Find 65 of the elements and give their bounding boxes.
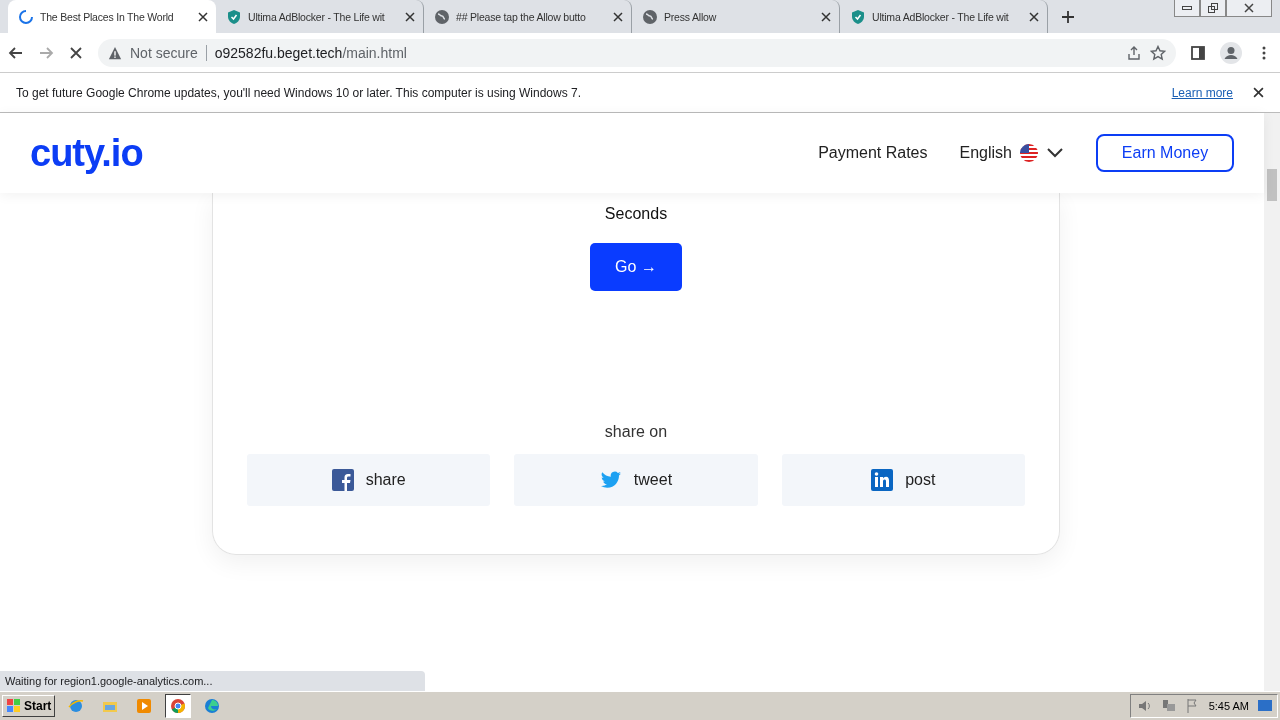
warning-icon — [108, 45, 122, 60]
forward-icon — [38, 44, 54, 61]
edge-icon — [204, 698, 221, 714]
url-host: o92582fu.beget.tech — [214, 44, 343, 61]
browser-e-icon — [68, 698, 85, 714]
speaker-icon — [1136, 698, 1153, 714]
browser-tab[interactable]: The Best Places In The World — [8, 0, 216, 33]
back-icon — [8, 44, 24, 61]
close-icon[interactable] — [198, 11, 208, 22]
profile-icon — [1220, 41, 1242, 64]
earn-money-button[interactable]: Earn Money — [1096, 134, 1234, 172]
tab-title: The Best Places In The World — [40, 10, 174, 23]
loading-spinner-icon — [18, 8, 34, 25]
close-window-button[interactable] — [1226, 0, 1272, 17]
share-button[interactable]: tweet — [514, 454, 758, 506]
close-icon[interactable] — [613, 11, 623, 22]
tab-title: ## Please tap the Allow butto — [456, 10, 586, 23]
minimize-icon — [1182, 6, 1192, 10]
close-icon[interactable] — [405, 11, 415, 22]
flag-icon — [1020, 144, 1038, 162]
windows-logo-icon — [6, 698, 22, 714]
share-button[interactable]: share — [247, 454, 491, 506]
minimize-button[interactable] — [1174, 0, 1200, 17]
start-button[interactable]: Start — [2, 695, 56, 717]
share-button[interactable]: post — [781, 454, 1025, 506]
share-icon — [1126, 44, 1142, 61]
linkedin-icon — [871, 469, 894, 491]
globe-icon — [642, 8, 658, 25]
info-message: To get future Google Chrome updates, you'll need Windows 10 or later. This computer is using Windows 7. — [16, 85, 583, 100]
stop-icon[interactable] — [68, 44, 84, 61]
clock: 5:45 AM — [1208, 700, 1249, 712]
network-icon — [1160, 698, 1177, 714]
url-path: /main.html — [342, 44, 407, 61]
close-icon — [1244, 3, 1254, 13]
taskbar-app[interactable] — [165, 694, 192, 718]
countdown-label: Seconds — [604, 205, 668, 223]
chrome-icon — [170, 698, 187, 714]
language-label[interactable]: English — [959, 144, 1012, 162]
facebook-icon — [331, 469, 354, 491]
share-title: share on — [604, 423, 668, 441]
restore-icon — [1208, 3, 1218, 13]
close-icon[interactable] — [821, 11, 831, 22]
learn-more-link[interactable]: Learn more — [1171, 85, 1233, 100]
nav-link[interactable]: Payment Rates — [818, 144, 928, 162]
desktop-icon — [1257, 698, 1273, 714]
close-icon[interactable] — [1253, 87, 1264, 98]
address-bar[interactable]: Not secure o92582fu.beget.tech/main.html — [98, 38, 1176, 67]
side-panel-icon — [1190, 44, 1206, 61]
globe-icon — [434, 8, 450, 25]
status-bubble: Waiting for region1.google-analytics.com... — [0, 671, 425, 691]
close-icon[interactable] — [1029, 11, 1039, 22]
security-label: Not secure — [130, 44, 198, 61]
new-tab-icon[interactable] — [1062, 11, 1074, 23]
tab-title: Ultima AdBlocker - The Life wit — [248, 10, 385, 23]
tab-title: Press Allow — [664, 10, 717, 23]
tab-title: Ultima AdBlocker - The Life wit — [872, 10, 1009, 23]
scrollbar[interactable] — [1264, 113, 1280, 691]
bird-icon — [599, 469, 622, 491]
go-button[interactable]: Go → — [590, 243, 682, 291]
site-logo: cuty.io — [30, 131, 144, 175]
restore-button[interactable] — [1200, 0, 1226, 17]
star-icon — [1150, 44, 1166, 61]
shield-icon — [226, 8, 242, 25]
shield-icon — [850, 8, 866, 25]
media-player-icon — [136, 698, 153, 714]
